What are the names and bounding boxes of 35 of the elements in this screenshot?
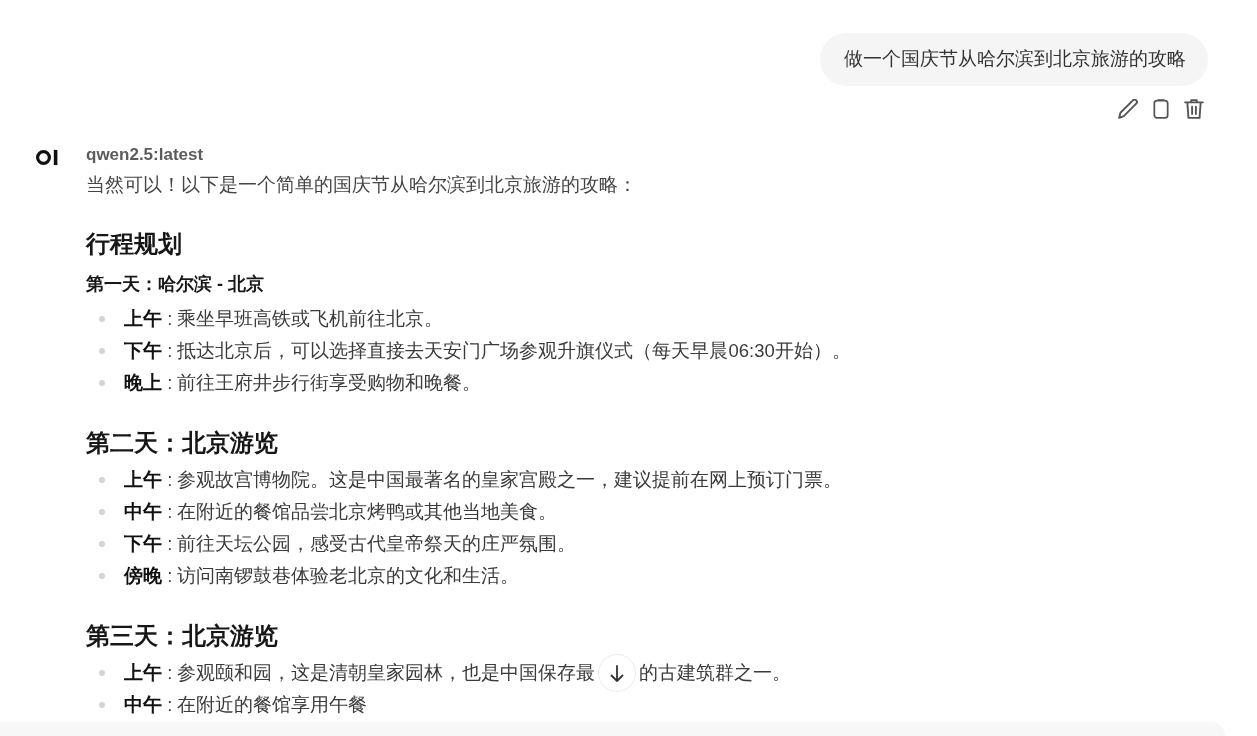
clipboard-icon (1151, 99, 1171, 119)
message-text: 当然可以！以下是一个简单的国庆节从哈尔滨到北京旅游的攻略： (86, 173, 638, 197)
copy-button[interactable] (1151, 99, 1171, 119)
list-item-text: 上午 : 乘坐早班高铁或飞机前往北京。 (124, 307, 444, 331)
list-item-text: 上午 : 参观故宫博物院。这是中国最著名的皇家宫殿之一，建议提前在网上预订门票。 (124, 468, 843, 492)
section-heading: 行程规划 (86, 229, 183, 259)
list-item-text: 中午 : 在附近的餐馆品尝北京烤鸭或其他当地美食。 (124, 500, 558, 524)
trash-icon (1184, 99, 1204, 119)
bullet-icon (99, 316, 105, 322)
user-message-bubble: 做一个国庆节从哈尔滨到北京旅游的攻略 (820, 33, 1208, 86)
list-item-text: 傍晚 : 访问南锣鼓巷体验老北京的文化和生活。 (124, 564, 520, 588)
arrow-down-icon (610, 664, 625, 682)
bullet-icon (99, 509, 105, 515)
bullet-icon (99, 348, 105, 354)
list-item-text: 上午 : 参观颐和园，这是清朝皇家园林，也是中国保存最 (124, 661, 596, 685)
bullet-icon (99, 670, 105, 676)
bullet-icon (99, 541, 105, 547)
delete-button[interactable] (1184, 99, 1204, 119)
bullet-icon (99, 477, 105, 483)
bullet-icon (99, 573, 105, 579)
model-name: qwen2.5:latest (86, 144, 205, 166)
pencil-icon (1118, 99, 1138, 119)
section-heading: 第二天：北京游览 (86, 428, 279, 458)
list-item-text: 中午 : 在附近的餐馆享用午餐 (124, 693, 368, 717)
list-item-text: 晚上 : 前往王府井步行街享受购物和晚餐。 (124, 371, 482, 395)
section-heading: 第三天：北京游览 (86, 621, 279, 651)
scroll-down-button[interactable] (598, 654, 637, 692)
subsection-heading: 第一天：哈尔滨 - 北京 (86, 273, 265, 296)
list-item-text: 下午 : 前往天坛公园，感受古代皇帝祭天的庄严氛围。 (124, 532, 577, 556)
logo-icon (36, 149, 58, 166)
list-item-text: 的古建筑群之一。 (639, 661, 792, 685)
edit-button[interactable] (1118, 99, 1138, 119)
bullet-icon (99, 702, 105, 708)
list-item-text: 下午 : 抵达北京后，可以选择直接去天安门广场参观升旗仪式（每天早晨06:30开始）。 (124, 339, 851, 363)
bullet-icon (99, 380, 105, 386)
